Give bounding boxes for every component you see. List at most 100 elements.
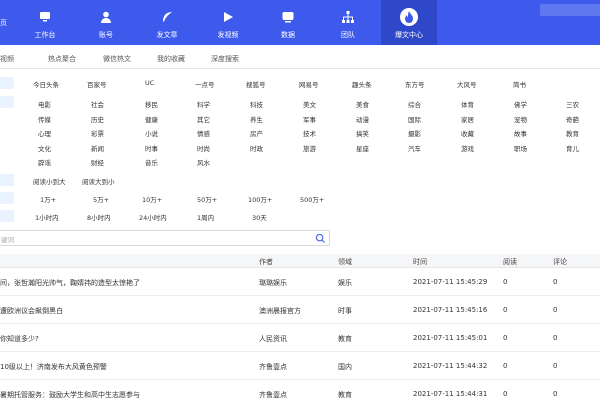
sort-read-ascending[interactable]: 阅读小到大 [33, 176, 66, 186]
table-row[interactable]: 遭欧洲议会飙倒黑白 澳洲晨报官方 时事 2021-07-11 15:45:16 … [0, 297, 600, 324]
table-row[interactable]: 间，张哲瀚阳光帅气，鞠婧祎的造型太惊艳了 璐璐娱乐 娱乐 2021-07-11 … [0, 269, 600, 296]
category-chip[interactable]: 搞笑 [356, 128, 369, 138]
category-chip[interactable]: 情感 [197, 128, 210, 138]
category-chip[interactable]: 移民 [145, 99, 158, 109]
read-filter-chip[interactable]: 5万+ [93, 194, 109, 204]
category-chip[interactable]: 军事 [303, 114, 316, 124]
platform-chip[interactable]: 趣头条 [352, 79, 372, 89]
category-chip[interactable]: 技术 [303, 128, 316, 138]
category-chip[interactable]: 收藏 [461, 128, 474, 138]
category-chip[interactable]: 其它 [197, 114, 210, 124]
category-chip[interactable]: 科技 [250, 99, 263, 109]
category-chip[interactable]: 动漫 [356, 114, 369, 124]
category-chip[interactable]: 社会 [91, 99, 104, 109]
category-chip[interactable]: 育儿 [566, 143, 579, 153]
column-header-author[interactable]: 作者 [259, 257, 273, 267]
tab-wechat-hot[interactable]: 微信热文 [103, 54, 131, 64]
category-chip[interactable]: 美文 [303, 99, 316, 109]
platform-chip[interactable]: 东方号 [405, 79, 425, 89]
category-chip[interactable]: 音乐 [145, 157, 158, 167]
category-chip[interactable]: 风水 [197, 157, 210, 167]
platform-chip[interactable]: 搜狐号 [246, 79, 266, 89]
category-chip[interactable]: 三农 [566, 99, 579, 109]
category-chip[interactable]: 科学 [197, 99, 210, 109]
category-chip[interactable]: 体育 [461, 99, 474, 109]
article-title[interactable]: 间，张哲瀚阳光帅气，鞠婧祎的造型太惊艳了 [0, 278, 245, 288]
category-chip[interactable]: 综合 [408, 99, 421, 109]
category-chip[interactable]: 时尚 [197, 143, 210, 153]
column-header-time[interactable]: 时间 [413, 257, 427, 267]
keyword-search-input[interactable]: 键词 [0, 230, 330, 246]
column-header-comments[interactable]: 评论 [553, 257, 567, 267]
category-chip[interactable]: 汽车 [408, 143, 421, 153]
time-filter-chip[interactable]: 1小时内 [35, 212, 59, 222]
table-row[interactable]: 你知道多少? 人民资讯 教育 2021-07-11 15:45:01 0 0 [0, 325, 600, 352]
column-header-domain[interactable]: 领域 [338, 257, 352, 267]
search-icon[interactable] [315, 233, 326, 244]
category-chip[interactable]: 时政 [250, 143, 263, 153]
article-title[interactable]: 暑期托管服务：鼓励大学生和高中生志愿参与 [0, 390, 245, 400]
time-filter-chip[interactable]: 30天 [252, 212, 267, 222]
category-chip[interactable]: 佛学 [514, 99, 527, 109]
read-filter-chip[interactable]: 500万+ [300, 194, 324, 204]
tab-video[interactable]: 视频 [0, 54, 14, 64]
category-chip[interactable]: 宠物 [514, 114, 527, 124]
platform-chip[interactable]: 百家号 [87, 79, 107, 89]
nav-item-data[interactable]: 数据 [260, 0, 316, 45]
category-chip[interactable]: 故事 [514, 128, 527, 138]
category-chip[interactable]: 美食 [356, 99, 369, 109]
article-title[interactable]: 10级以上！济南发布大风黄色预警 [0, 362, 245, 372]
read-filter-chip[interactable]: 100万+ [248, 194, 272, 204]
category-chip[interactable]: 摄影 [408, 128, 421, 138]
category-chip[interactable]: 健康 [145, 114, 158, 124]
category-chip[interactable]: 彩票 [91, 128, 104, 138]
tab-deep-search[interactable]: 深度搜索 [211, 54, 239, 64]
top-search-field[interactable] [540, 4, 600, 16]
read-filter-chip[interactable]: 50万+ [197, 194, 217, 204]
platform-chip[interactable]: 大风号 [457, 79, 477, 89]
category-chip[interactable]: 小说 [145, 128, 158, 138]
category-chip[interactable]: 星座 [356, 143, 369, 153]
category-chip[interactable]: 辟谣 [38, 157, 51, 167]
article-title[interactable]: 遭欧洲议会飙倒黑白 [0, 306, 245, 316]
table-row[interactable]: 暑期托管服务：鼓励大学生和高中生志愿参与 齐鲁壹点 教育 2021-07-11 … [0, 381, 600, 400]
nav-item-workbench[interactable]: 工作台 [17, 0, 73, 45]
time-filter-chip[interactable]: 8小时内 [87, 212, 111, 222]
category-chip[interactable]: 游戏 [461, 143, 474, 153]
nav-item-hot-articles[interactable]: 爆文中心 [381, 0, 437, 45]
article-title[interactable]: 你知道多少? [0, 334, 245, 344]
category-chip[interactable]: 财经 [91, 157, 104, 167]
category-chip[interactable]: 房产 [250, 128, 263, 138]
platform-chip[interactable]: 简书 [513, 79, 526, 89]
category-chip[interactable]: 奇葩 [566, 114, 579, 124]
time-filter-chip[interactable]: 24小时内 [139, 212, 167, 222]
tab-hot-aggregation[interactable]: 热点聚合 [48, 54, 76, 64]
time-filter-chip[interactable]: 1周内 [197, 212, 214, 222]
platform-chip[interactable]: UC [145, 79, 154, 87]
tab-my-favorites[interactable]: 我的收藏 [157, 54, 185, 64]
platform-chip[interactable]: 一点号 [195, 79, 215, 89]
nav-item-account[interactable]: 账号 [78, 0, 134, 45]
category-chip[interactable]: 职场 [514, 143, 527, 153]
category-chip[interactable]: 电影 [38, 99, 51, 109]
category-chip[interactable]: 旅游 [303, 143, 316, 153]
nav-item-post-video[interactable]: 发视频 [200, 0, 256, 45]
category-chip[interactable]: 时事 [145, 143, 158, 153]
nav-item-team[interactable]: 团队 [320, 0, 376, 45]
platform-chip[interactable]: 网易号 [299, 79, 319, 89]
nav-item-post-article[interactable]: 发文章 [139, 0, 195, 45]
table-row[interactable]: 10级以上！济南发布大风黄色预警 齐鲁壹点 国内 2021-07-11 15:4… [0, 353, 600, 380]
category-chip[interactable]: 文化 [38, 143, 51, 153]
read-filter-chip[interactable]: 1万+ [40, 194, 56, 204]
category-chip[interactable]: 历史 [91, 114, 104, 124]
category-chip[interactable]: 养生 [250, 114, 263, 124]
read-filter-chip[interactable]: 10万+ [142, 194, 162, 204]
category-chip[interactable]: 教育 [566, 128, 579, 138]
category-chip[interactable]: 新闻 [91, 143, 104, 153]
category-chip[interactable]: 心理 [38, 128, 51, 138]
category-chip[interactable]: 家居 [461, 114, 474, 124]
column-header-reads[interactable]: 阅读 [503, 257, 517, 267]
category-chip[interactable]: 国际 [408, 114, 421, 124]
sort-read-descending[interactable]: 阅读大到小 [82, 176, 115, 186]
category-chip[interactable]: 传媒 [38, 114, 51, 124]
